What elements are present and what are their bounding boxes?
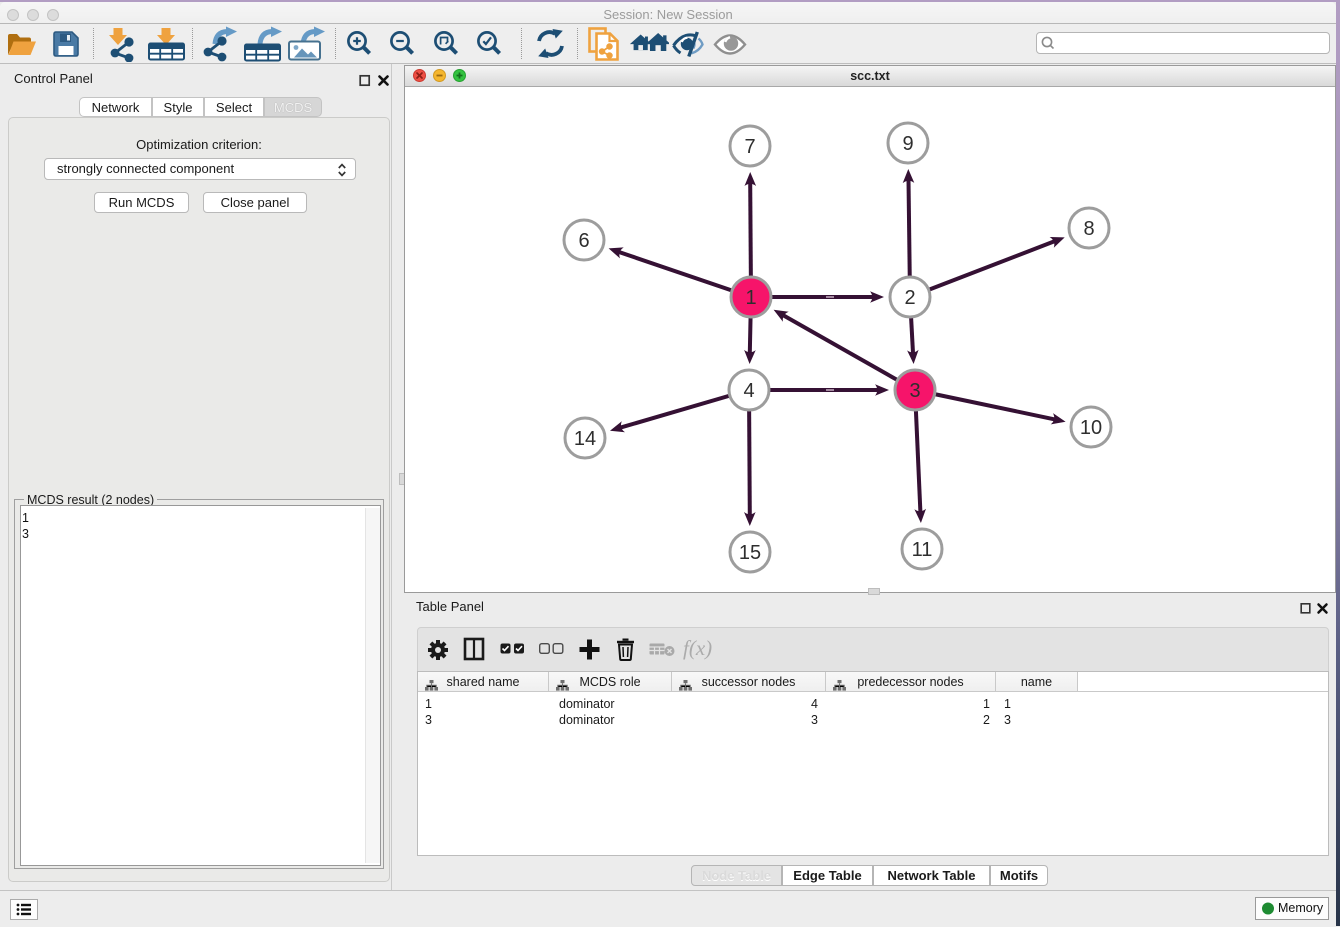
svg-text:8: 8 (1083, 218, 1094, 240)
svg-text:4: 4 (743, 380, 754, 402)
svg-text:6: 6 (578, 230, 589, 252)
svg-text:7: 7 (744, 136, 755, 158)
svg-text:15: 15 (739, 542, 761, 564)
svg-text:3: 3 (909, 380, 920, 402)
svg-text:14: 14 (574, 428, 596, 450)
svg-text:1: 1 (745, 287, 756, 309)
svg-text:10: 10 (1080, 417, 1102, 439)
svg-text:2: 2 (904, 287, 915, 309)
svg-text:11: 11 (912, 539, 933, 561)
svg-text:9: 9 (902, 133, 913, 155)
